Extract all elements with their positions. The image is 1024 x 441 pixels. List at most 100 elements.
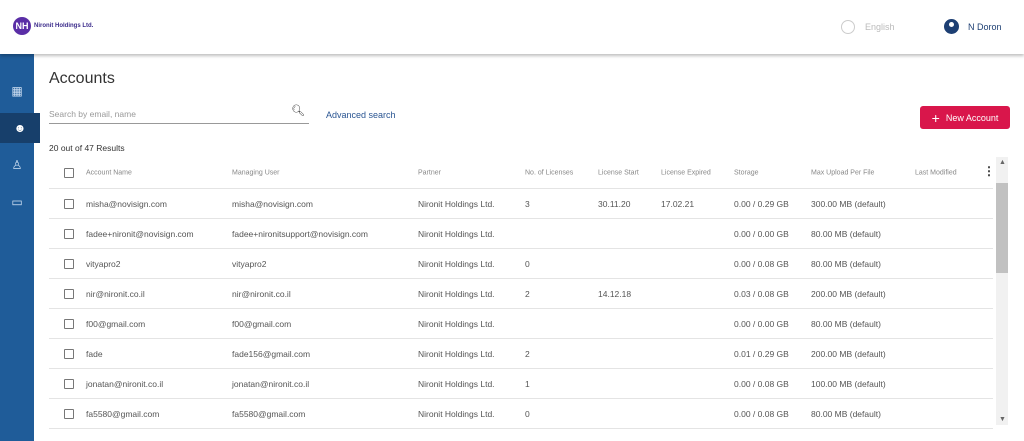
company-logo[interactable]: NH Nironit Holdings Ltd. — [13, 17, 93, 35]
table-row[interactable]: fade fade156@gmail.com Nironit Holdings Lt… — [49, 339, 993, 369]
plus-icon: + — [931, 109, 940, 126]
cell-managing-user: fadee+nironitsupport@novisign.com — [232, 228, 368, 239]
column-header-storage[interactable]: Storage — [734, 169, 759, 176]
new-account-label: New Account — [945, 112, 999, 123]
cell-max-upload: 100.00 MB (default) — [811, 378, 886, 389]
column-header-partner[interactable]: Partner — [418, 169, 441, 176]
table-row[interactable]: jonatan@nironit.co.il jonatan@nironit.co.… — [49, 369, 993, 399]
accounts-table: ⋮ Account Name Managing User Partner No. of… — [49, 157, 995, 429]
cell-license-start: 14.12.18 — [598, 288, 632, 299]
cell-max-upload: 200.00 MB (default) — [811, 288, 886, 299]
column-header-license-expired[interactable]: License Expired — [661, 169, 711, 176]
cell-max-upload: 300.00 MB (default) — [811, 198, 886, 209]
cell-licenses: 0 — [525, 408, 530, 419]
cell-storage: 0.01 / 0.29 GB — [734, 348, 789, 359]
table-header: ⋮ Account Name Managing User Partner No. of… — [49, 157, 995, 189]
more-options-icon[interactable]: ⋮ — [983, 165, 995, 177]
logo-text: Nironit Holdings Ltd. — [34, 22, 94, 29]
scroll-up-icon[interactable]: ▲ — [999, 159, 1006, 166]
cell-licenses: 3 — [525, 198, 530, 209]
search-placeholder: Search by email, name — [49, 109, 136, 119]
cell-license-start: 30.11.20 — [598, 198, 631, 209]
page-title: Accounts — [49, 70, 115, 87]
column-header-license-start[interactable]: License Start — [598, 169, 639, 176]
table-row[interactable]: vityapro2 vityapro2 Nironit Holdings Ltd. 0… — [49, 249, 993, 279]
row-checkbox[interactable] — [64, 288, 74, 299]
table-row[interactable]: fadee+nironit@novisign.com fadee+nironits… — [49, 219, 993, 249]
cell-max-upload: 200.00 MB (default) — [811, 348, 886, 359]
row-checkbox[interactable] — [64, 378, 74, 389]
column-header-last-modified[interactable]: Last Modified — [915, 169, 957, 176]
results-count: 20 out of 47 Results — [49, 143, 125, 153]
cell-partner: Nironit Holdings Ltd. — [418, 318, 495, 329]
row-checkbox[interactable] — [64, 198, 74, 209]
scrollbar[interactable]: ▲ ▼ — [996, 157, 1008, 425]
column-header-licenses[interactable]: No. of Licenses — [525, 169, 573, 176]
cell-licenses: 1 — [525, 378, 530, 389]
cell-partner: Nironit Holdings Ltd. — [418, 258, 495, 269]
cell-partner: Nironit Holdings Ltd. — [418, 408, 495, 419]
select-all-checkbox[interactable] — [64, 167, 74, 178]
accounts-icon[interactable]: ☻ — [0, 113, 40, 143]
table-row[interactable]: misha@novisign.com misha@novisign.com Niro… — [49, 189, 993, 219]
user-menu[interactable]: N Doron — [944, 19, 1002, 34]
cell-managing-user: vityapro2 — [232, 258, 267, 269]
row-checkbox[interactable] — [64, 348, 74, 359]
users-icon[interactable]: ♙ — [0, 150, 34, 180]
table-row[interactable]: f00@gmail.com f00@gmail.com Nironit Holdin… — [49, 309, 993, 339]
cell-storage: 0.00 / 0.00 GB — [734, 228, 789, 239]
cell-storage: 0.00 / 0.08 GB — [734, 408, 789, 419]
top-header: NH Nironit Holdings Ltd. English N Doron — [0, 0, 1024, 54]
cell-licenses: 2 — [525, 288, 530, 299]
cell-managing-user: f00@gmail.com — [232, 318, 292, 329]
language-label: English — [865, 22, 895, 32]
cell-account-name: nir@nironit.co.il — [86, 288, 145, 299]
cell-account-name: jonatan@nironit.co.il — [86, 378, 164, 389]
column-header-managing-user[interactable]: Managing User — [232, 169, 279, 176]
cell-storage: 0.00 / 0.29 GB — [734, 198, 789, 209]
cell-partner: Nironit Holdings Ltd. — [418, 288, 495, 299]
row-checkbox[interactable] — [64, 258, 74, 269]
cell-partner: Nironit Holdings Ltd. — [418, 228, 495, 239]
cell-storage: 0.00 / 0.08 GB — [734, 258, 789, 269]
cell-licenses: 0 — [525, 258, 530, 269]
new-account-button[interactable]: + New Account — [920, 106, 1010, 129]
column-header-account-name[interactable]: Account Name — [86, 169, 132, 176]
cell-account-name: vityapro2 — [86, 258, 121, 269]
table-row[interactable]: nir@nironit.co.il nir@nironit.co.il Nironi… — [49, 279, 993, 309]
cell-account-name: fadee+nironit@novisign.com — [86, 228, 194, 239]
cell-storage: 0.00 / 0.00 GB — [734, 318, 789, 329]
cell-managing-user: nir@nironit.co.il — [232, 288, 291, 299]
row-checkbox[interactable] — [64, 228, 74, 239]
user-name: N Doron — [968, 21, 1002, 32]
search-icon[interactable]: 🔍︎ — [291, 104, 305, 117]
cell-partner: Nironit Holdings Ltd. — [418, 348, 495, 359]
cell-partner: Nironit Holdings Ltd. — [418, 378, 495, 389]
advanced-search-link[interactable]: Advanced search — [326, 110, 396, 120]
cell-storage: 0.03 / 0.08 GB — [734, 288, 789, 299]
cell-managing-user: fa5580@gmail.com — [232, 408, 306, 419]
cell-managing-user: misha@novisign.com — [232, 198, 313, 209]
cell-licenses: 2 — [525, 348, 530, 359]
globe-icon — [841, 20, 855, 34]
cell-partner: Nironit Holdings Ltd. — [418, 198, 495, 209]
language-selector[interactable]: English — [841, 20, 895, 34]
search-input[interactable]: Search by email, name 🔍︎ — [49, 102, 309, 124]
scroll-down-icon[interactable]: ▼ — [999, 416, 1006, 423]
scrollbar-thumb[interactable] — [996, 183, 1008, 273]
cell-max-upload: 80.00 MB (default) — [811, 318, 881, 329]
sidebar: ▦ ☻ ♙ ▭ — [0, 54, 40, 441]
cell-max-upload: 80.00 MB (default) — [811, 408, 881, 419]
row-checkbox[interactable] — [64, 408, 74, 419]
cell-max-upload: 80.00 MB (default) — [811, 228, 881, 239]
cell-max-upload: 80.00 MB (default) — [811, 258, 881, 269]
table-row[interactable]: fa5580@gmail.com fa5580@gmail.com Nironit … — [49, 399, 993, 429]
dashboard-icon[interactable]: ▦ — [0, 76, 34, 106]
row-checkbox[interactable] — [64, 318, 74, 329]
cell-license-expired: 17.02.21 — [661, 198, 695, 209]
user-avatar-icon — [944, 19, 959, 34]
cell-account-name: fade — [86, 348, 103, 359]
cell-account-name: f00@gmail.com — [86, 318, 146, 329]
column-header-max-upload[interactable]: Max Upload Per File — [811, 169, 874, 176]
folder-icon[interactable]: ▭ — [0, 187, 34, 217]
